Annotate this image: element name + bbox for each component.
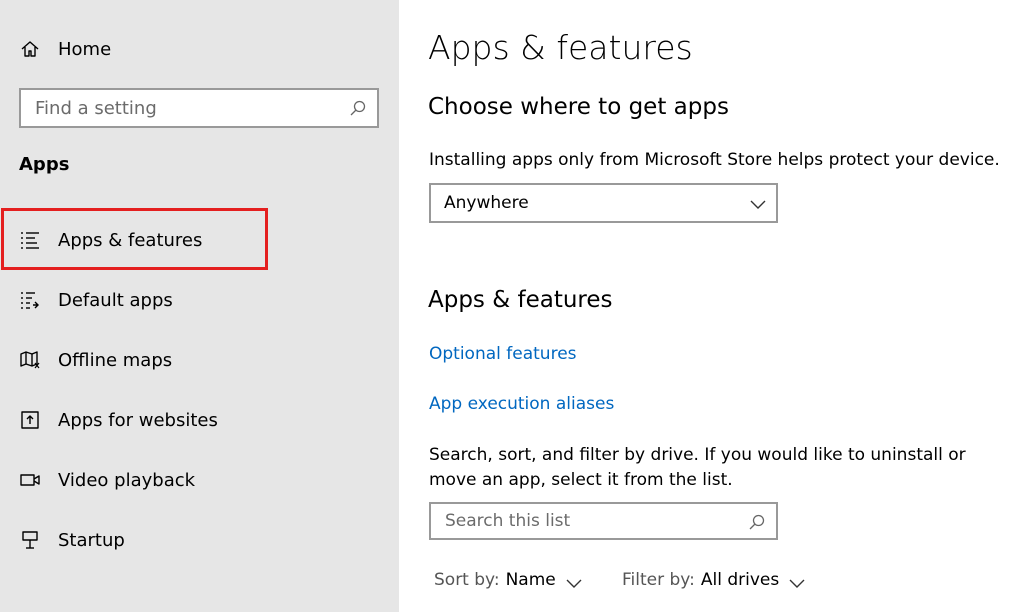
sidebar-item-label: Default apps [58,289,173,311]
dropdown-value: Anywhere [444,193,529,213]
apps-features-icon [20,230,40,250]
main-content: Apps & features Choose where to get apps… [399,0,1017,612]
sidebar-item-label: Apps & features [58,229,203,251]
chevron-down-icon [750,196,766,210]
app-source-dropdown[interactable]: Anywhere [429,183,778,223]
sort-value: Name [505,570,556,590]
sidebar-item-apps-features[interactable]: Apps & features [0,220,399,260]
find-setting-search[interactable] [19,88,379,128]
filter-label: Filter by: [622,570,695,590]
video-playback-icon [20,470,40,490]
section-heading-apps: Apps [19,154,70,175]
apps-websites-icon [20,410,40,430]
sidebar-item-home[interactable]: Home [0,29,399,69]
page-title: Apps & features [428,28,693,67]
sidebar-item-label: Apps for websites [58,409,218,431]
choose-apps-description: Installing apps only from Microsoft Stor… [429,150,1000,170]
app-execution-aliases-link[interactable]: App execution aliases [429,394,614,414]
sidebar-item-startup[interactable]: Startup [0,520,399,560]
sidebar-item-apps-for-websites[interactable]: Apps for websites [0,400,399,440]
filter-value: All drives [700,570,780,590]
sidebar-item-label: Offline maps [58,349,173,371]
sidebar-item-label: Startup [58,529,125,551]
sort-by-dropdown[interactable]: Sort by: Name [434,570,582,590]
sidebar-item-label: Video playback [58,469,196,491]
home-icon [20,39,40,59]
startup-icon [20,530,40,550]
sidebar-item-default-apps[interactable]: Default apps [0,280,399,320]
apps-features-heading: Apps & features [428,287,613,313]
app-list-search[interactable] [429,502,778,540]
search-list-input[interactable] [431,504,741,538]
default-apps-icon [20,290,40,310]
sidebar: Home Apps Apps & features Default apps O… [0,0,399,612]
choose-apps-heading: Choose where to get apps [428,94,729,120]
search-icon[interactable] [748,513,766,531]
sidebar-item-video-playback[interactable]: Video playback [0,460,399,500]
chevron-down-icon [789,574,805,588]
sidebar-item-offline-maps[interactable]: Offline maps [0,340,399,380]
sort-label: Sort by: [434,570,500,590]
find-setting-input[interactable] [21,90,341,126]
list-description: Search, sort, and filter by drive. If yo… [429,445,966,490]
search-icon[interactable] [349,99,367,117]
filter-by-dropdown[interactable]: Filter by: All drives [622,570,805,590]
chevron-down-icon [566,574,582,588]
optional-features-link[interactable]: Optional features [429,344,577,364]
sidebar-item-label: Home [58,38,112,60]
offline-maps-icon [20,350,40,370]
